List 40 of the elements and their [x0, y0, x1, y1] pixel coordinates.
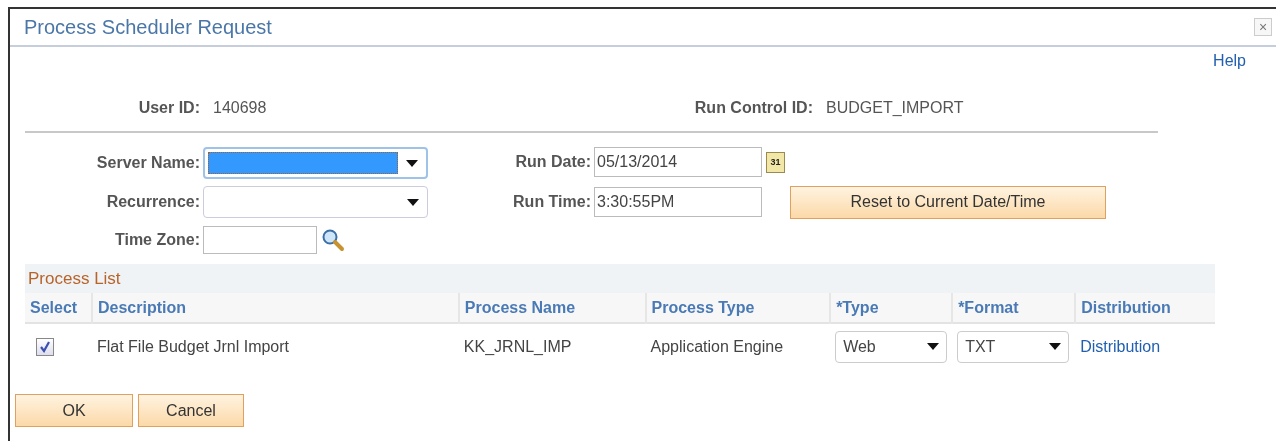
search-icon[interactable]	[321, 228, 345, 252]
checkbox[interactable]	[36, 338, 54, 357]
column-header: *Format	[952, 293, 1076, 323]
field-value: 140698	[213, 98, 268, 118]
type-dropdown[interactable]: Web	[835, 330, 948, 363]
run-time-field[interactable]: 3:30:55PM	[594, 187, 762, 217]
caret-icon	[407, 198, 419, 206]
column-header: Description	[91, 293, 459, 323]
caret-icon	[927, 343, 940, 350]
table-cell: Application Engine	[650, 337, 784, 355]
field-label: Recurrence:	[105, 192, 201, 212]
field-label: Server Name:	[95, 153, 201, 173]
server-name-dropdown[interactable]	[203, 147, 428, 179]
column-header: Distribution	[1075, 293, 1215, 323]
format-dropdown[interactable]: TXT	[957, 330, 1070, 363]
column-header: Process Name	[458, 293, 646, 323]
column-header: Select	[25, 293, 92, 323]
field-value: BUDGET_IMPORT	[826, 98, 964, 118]
table-cell: KK_JRNL_IMP	[463, 337, 572, 355]
section-title: Process List	[28, 267, 121, 290]
column-header: *Type	[830, 293, 953, 323]
calendar-icon[interactable]: 31	[766, 151, 785, 173]
distribution-link[interactable]: Distribution	[1080, 337, 1161, 355]
field-label: Run Time:	[512, 192, 592, 212]
caret-icon	[406, 159, 418, 167]
help-link[interactable]: Help	[1213, 49, 1246, 69]
reset-button[interactable]: Reset to Current Date/Time	[790, 185, 1106, 219]
ok-button[interactable]: OK	[15, 394, 133, 427]
close-button[interactable]: ×	[1254, 18, 1272, 36]
field-label: Run Control ID:	[693, 98, 813, 118]
field-label: Run Date:	[514, 152, 592, 172]
run-date-field[interactable]: 05/13/2014	[594, 147, 762, 177]
cancel-button[interactable]: Cancel	[138, 394, 244, 427]
caret-icon	[1049, 343, 1062, 350]
window-title: Process Scheduler Request	[24, 15, 272, 40]
field-label: Time Zone:	[113, 230, 201, 250]
column-header: Process Type	[645, 293, 831, 323]
table-cell: Flat File Budget Jrnl Import	[96, 337, 290, 355]
field-label: User ID:	[137, 98, 200, 118]
time-zone-field[interactable]	[203, 226, 317, 254]
